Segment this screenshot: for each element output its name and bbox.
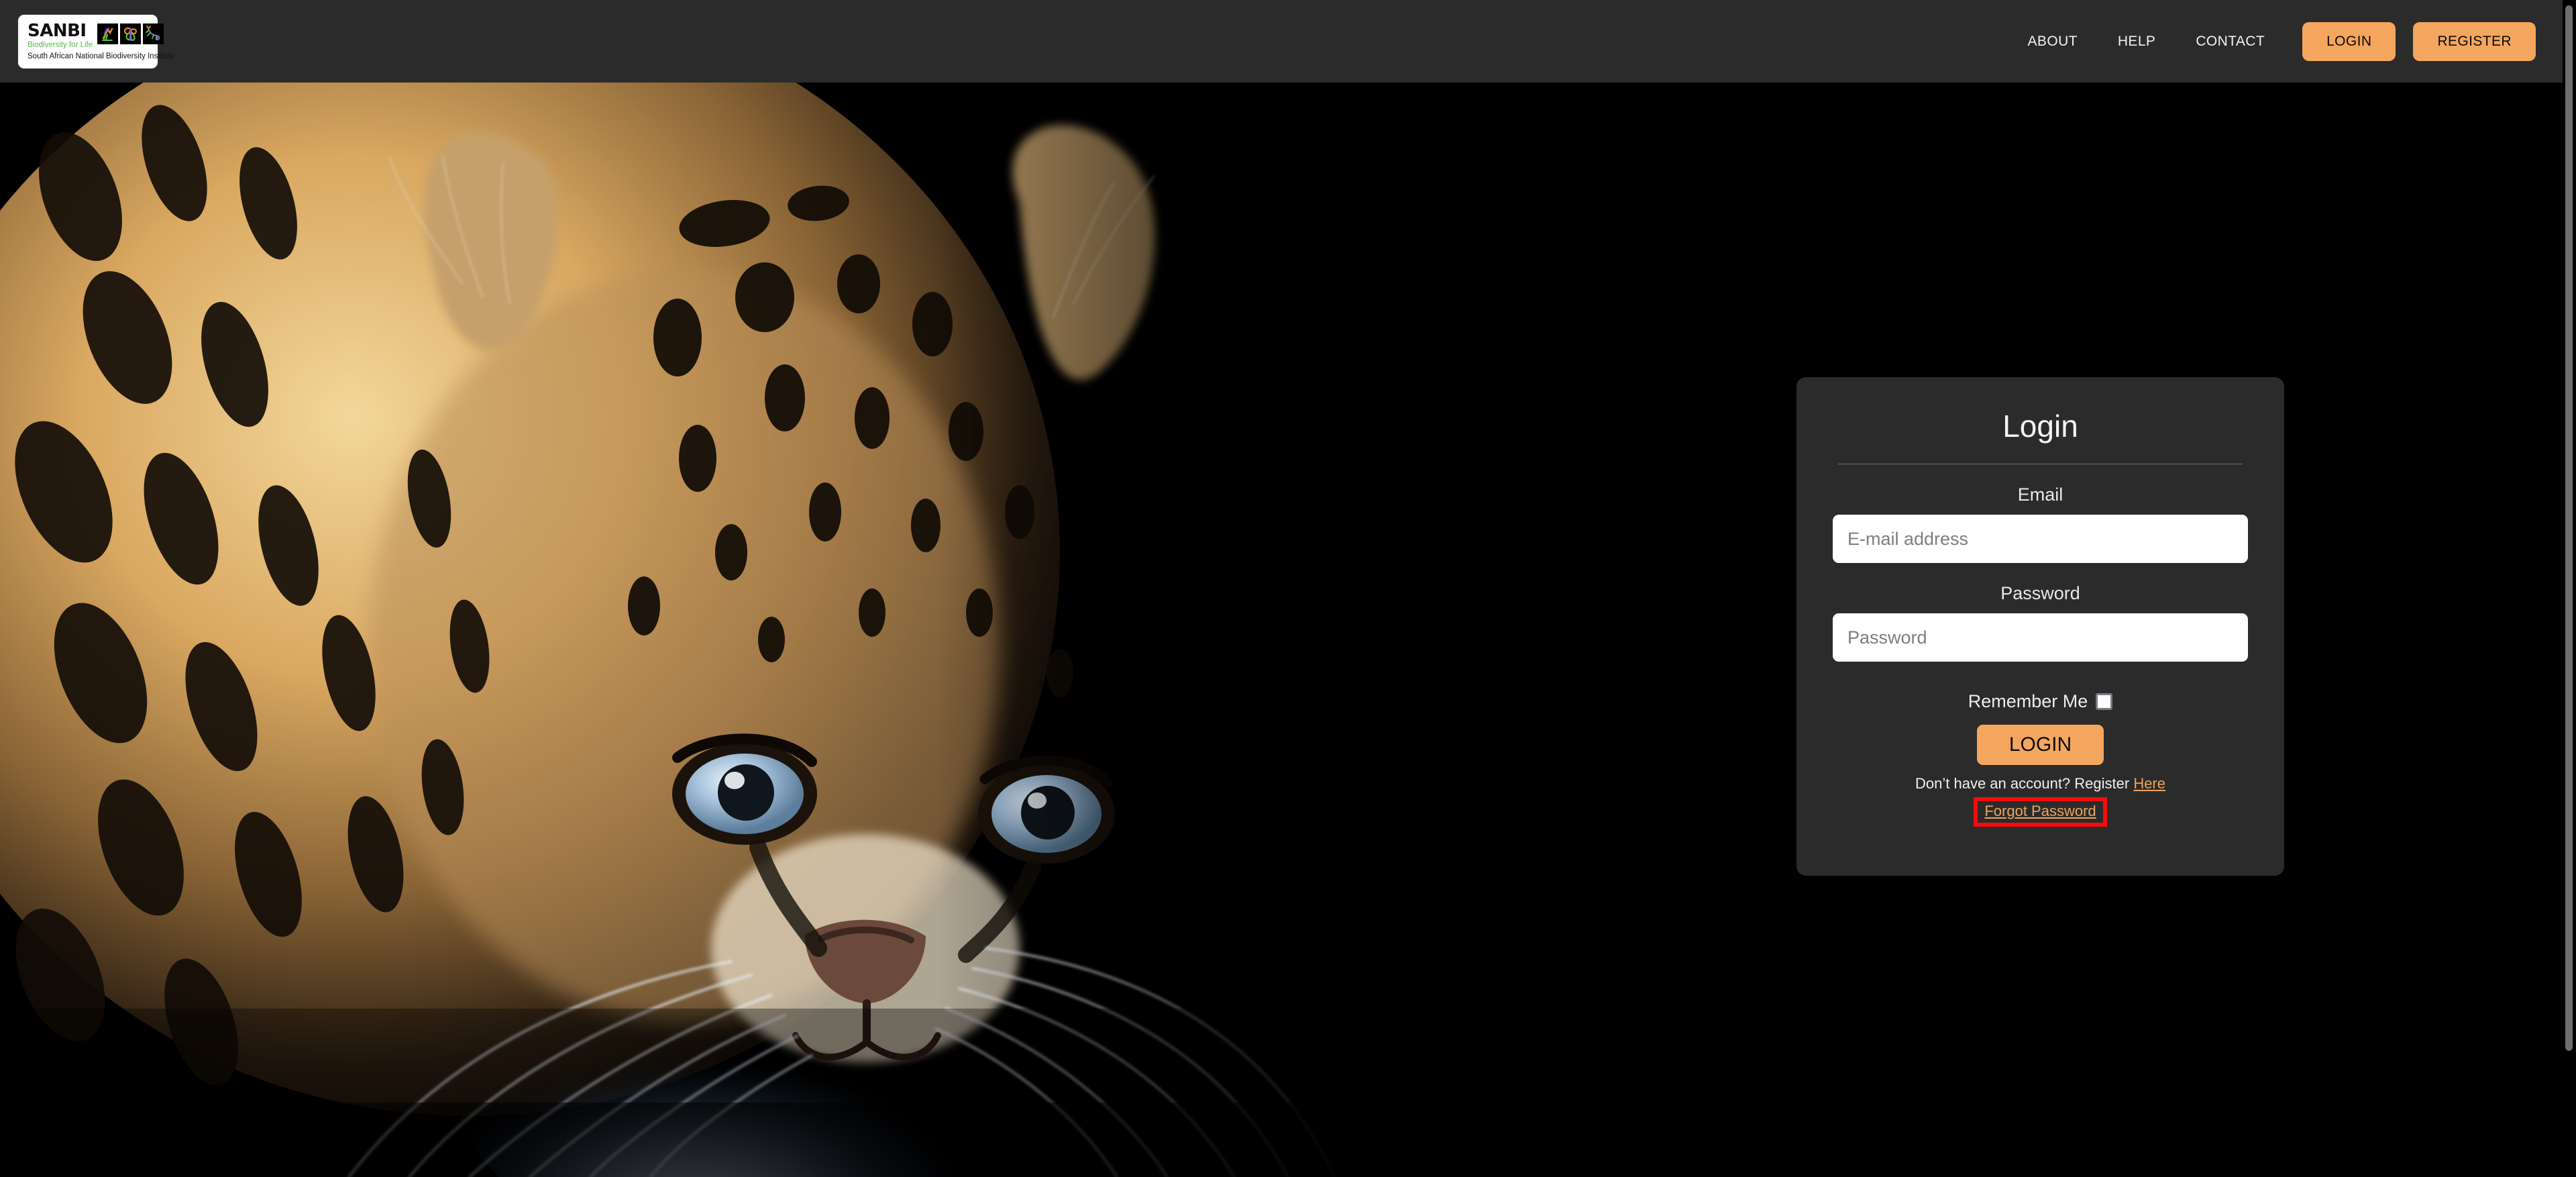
sanbi-logo[interactable]: SANBI Biodiversity for Life South Africa… — [18, 14, 175, 68]
logo-icon-strip — [97, 23, 164, 44]
password-label: Password — [2000, 583, 2080, 603]
email-field[interactable] — [1833, 515, 2248, 563]
password-field[interactable] — [1833, 613, 2248, 662]
register-here-link[interactable]: Here — [2133, 775, 2165, 792]
vertical-scrollbar-track[interactable] — [2563, 0, 2576, 1177]
logo-tagline: Biodiversity for Life — [28, 40, 93, 49]
logo-subtitle: South African National Biodiversity Inst… — [28, 52, 175, 60]
butterfly-icon — [120, 23, 142, 44]
login-submit-button[interactable]: LOGIN — [1976, 725, 2104, 765]
forgot-password-link[interactable]: Forgot Password — [1984, 801, 2096, 821]
leopard-photo — [0, 83, 1395, 1177]
register-prompt-row: Don’t have an account? Register Here — [1833, 775, 2248, 792]
nav-links-group: ABOUT HELP CONTACT LOGIN REGISTER — [2008, 21, 2563, 61]
login-card: Login Email Password Remember Me LOGIN D… — [1796, 377, 2284, 876]
gecko-icon — [143, 23, 164, 44]
nav-login-button[interactable]: LOGIN — [2302, 21, 2396, 61]
nav-link-help[interactable]: HELP — [2098, 34, 2176, 50]
login-submit-row: LOGIN — [1833, 725, 2248, 765]
page-root: SANBI Biodiversity for Life South Africa… — [0, 0, 2576, 1177]
nav-register-button[interactable]: REGISTER — [2413, 21, 2536, 61]
remember-me-row: Remember Me — [1833, 691, 2248, 712]
vertical-scrollbar-thumb[interactable] — [2565, 5, 2573, 1051]
strelitzia-flower-icon — [97, 23, 119, 44]
register-prompt-text: Don’t have an account? Register — [1915, 775, 2134, 792]
email-label: Email — [2017, 484, 2063, 505]
logo-wordmark: SANBI — [28, 20, 87, 41]
logo-top-row: SANBI Biodiversity for Life — [28, 20, 164, 50]
hero-leopard-image — [0, 83, 1395, 1177]
nav-link-about[interactable]: ABOUT — [2008, 34, 2098, 50]
forgot-password-highlight-box: Forgot Password — [1974, 797, 2107, 827]
remember-me-label: Remember Me — [1968, 691, 2088, 711]
forgot-password-row: Forgot Password — [1833, 797, 2248, 827]
logo-wordmark-block: SANBI Biodiversity for Life — [28, 20, 93, 50]
top-navbar: SANBI Biodiversity for Life South Africa… — [0, 0, 2563, 83]
login-title: Login — [2002, 409, 2078, 444]
nav-link-contact[interactable]: CONTACT — [2176, 34, 2285, 50]
remember-me-checkbox[interactable] — [2096, 693, 2113, 710]
